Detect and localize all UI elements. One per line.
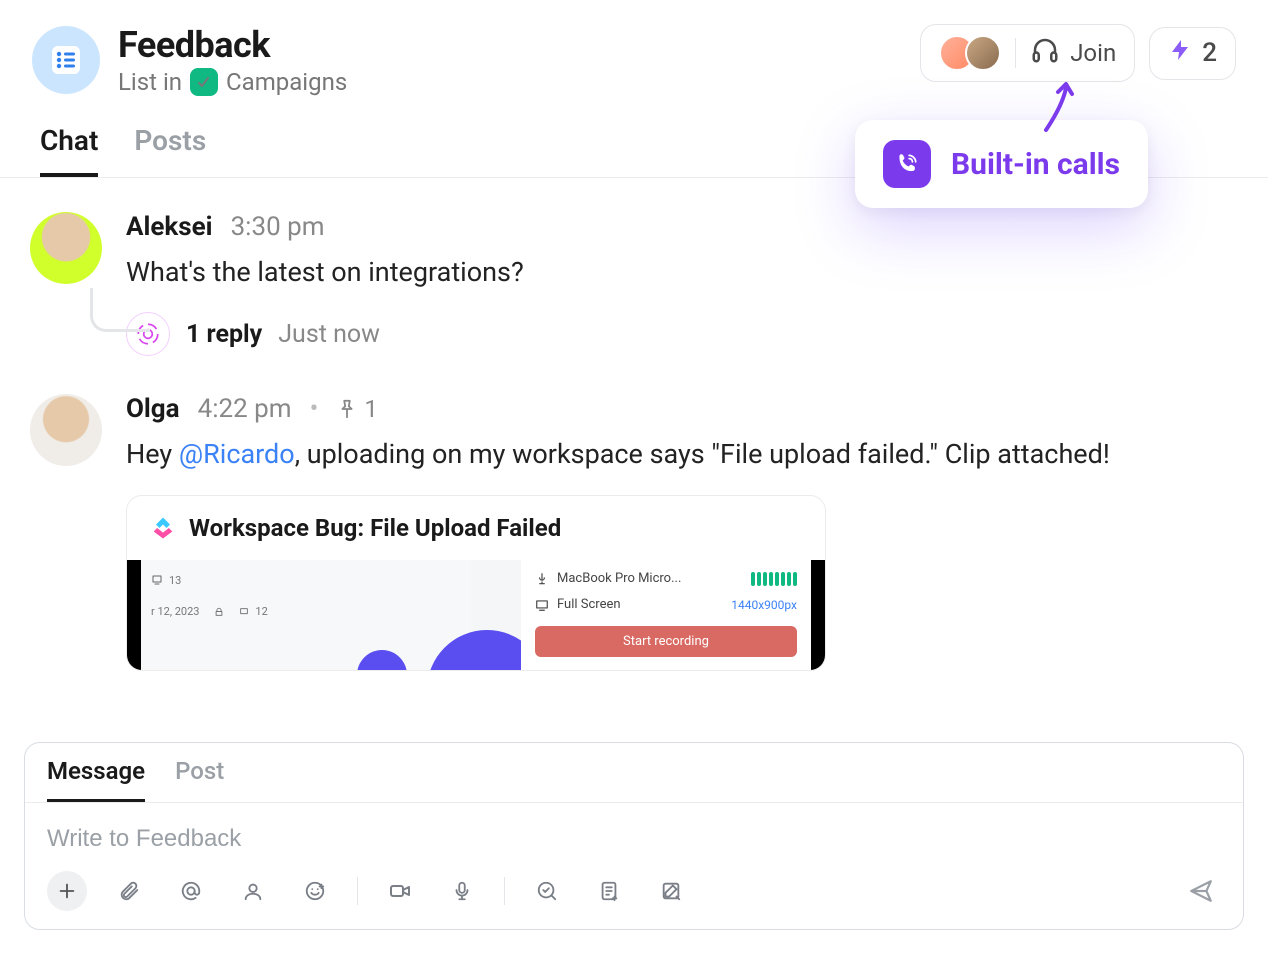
message-text-pre: Hey (126, 438, 179, 470)
chat-stream: Aleksei 3:30 pm What's the latest on int… (0, 178, 1268, 671)
tab-chat[interactable]: Chat (40, 124, 98, 177)
pin-indicator[interactable]: 1 (336, 395, 378, 423)
message-input[interactable] (47, 825, 1221, 853)
participant-avatars (939, 35, 1001, 71)
composer-tab-post[interactable]: Post (175, 757, 224, 802)
doc-icon[interactable] (589, 871, 629, 911)
subtitle-prefix: List in (118, 68, 182, 96)
avatar (965, 35, 1001, 71)
message: Olga 4:22 pm • 1 Hey @Ricardo, uploading… (30, 394, 1238, 670)
breadcrumb: List in Campaigns (118, 68, 347, 96)
phone-icon (883, 140, 931, 188)
message-author[interactable]: Olga (126, 394, 180, 424)
headphones-icon (1030, 35, 1060, 71)
pin-count: 1 (364, 395, 378, 423)
message-text-post: , uploading on my workspace says "File u… (295, 438, 1110, 470)
callout-arrow-icon (1038, 82, 1078, 132)
avatar[interactable] (30, 212, 102, 284)
mention-icon[interactable] (171, 871, 211, 911)
task-icon[interactable] (527, 871, 567, 911)
emoji-icon[interactable] (295, 871, 335, 911)
divider (357, 877, 358, 905)
header-right: Join 2 (920, 24, 1236, 82)
mention[interactable]: @Ricardo (179, 438, 295, 470)
composer-tab-message[interactable]: Message (47, 757, 145, 802)
list-icon (32, 26, 100, 94)
video-icon[interactable] (380, 871, 420, 911)
join-label: Join (1070, 39, 1116, 67)
attach-icon[interactable] (109, 871, 149, 911)
clip-attachment[interactable]: Workspace Bug: File Upload Failed 13 r 1… (126, 495, 826, 671)
whiteboard-icon[interactable] (651, 871, 691, 911)
composer: Message Post (24, 742, 1244, 930)
send-button[interactable] (1181, 871, 1221, 911)
reply-count: 1 reply (186, 320, 262, 349)
composer-tabs: Message Post (25, 743, 1243, 803)
title-block: Feedback List in Campaigns (118, 24, 347, 96)
message-time: 4:22 pm (198, 394, 292, 424)
page-title: Feedback (118, 24, 347, 66)
folder-icon (190, 68, 218, 96)
composer-toolbar (25, 863, 1243, 929)
add-button[interactable] (47, 871, 87, 911)
thread-reply-row[interactable]: 1 reply Just now (126, 312, 1238, 356)
activity-pill[interactable]: 2 (1149, 27, 1236, 80)
reply-time: Just now (278, 320, 380, 349)
message: Aleksei 3:30 pm What's the latest on int… (30, 212, 1238, 356)
divider (1015, 38, 1016, 68)
clip-preview: 13 r 12, 2023 12 MacBook Pro Micro... Fu… (127, 560, 825, 670)
start-recording-button[interactable]: Start recording (535, 626, 797, 657)
header-left: Feedback List in Campaigns (32, 24, 347, 96)
message-text: Hey @Ricardo, uploading on my workspace … (126, 436, 1238, 472)
folder-name[interactable]: Campaigns (226, 68, 347, 96)
message-time: 3:30 pm (231, 212, 325, 242)
lightning-icon (1168, 38, 1192, 69)
attachment-title: Workspace Bug: File Upload Failed (189, 514, 561, 542)
avatar[interactable] (30, 394, 102, 466)
divider (504, 877, 505, 905)
activity-count: 2 (1202, 38, 1217, 68)
clickup-logo-icon (149, 514, 177, 542)
callout-label: Built-in calls (951, 147, 1120, 182)
thread-connector (90, 288, 150, 332)
separator-dot: • (310, 394, 319, 424)
join-call-pill[interactable]: Join (920, 24, 1135, 82)
message-author[interactable]: Aleksei (126, 212, 213, 242)
audio-icon[interactable] (442, 871, 482, 911)
callout-built-in-calls: Built-in calls (855, 120, 1148, 208)
assign-icon[interactable] (233, 871, 273, 911)
tab-posts[interactable]: Posts (134, 124, 206, 177)
message-text: What's the latest on integrations? (126, 254, 1238, 290)
